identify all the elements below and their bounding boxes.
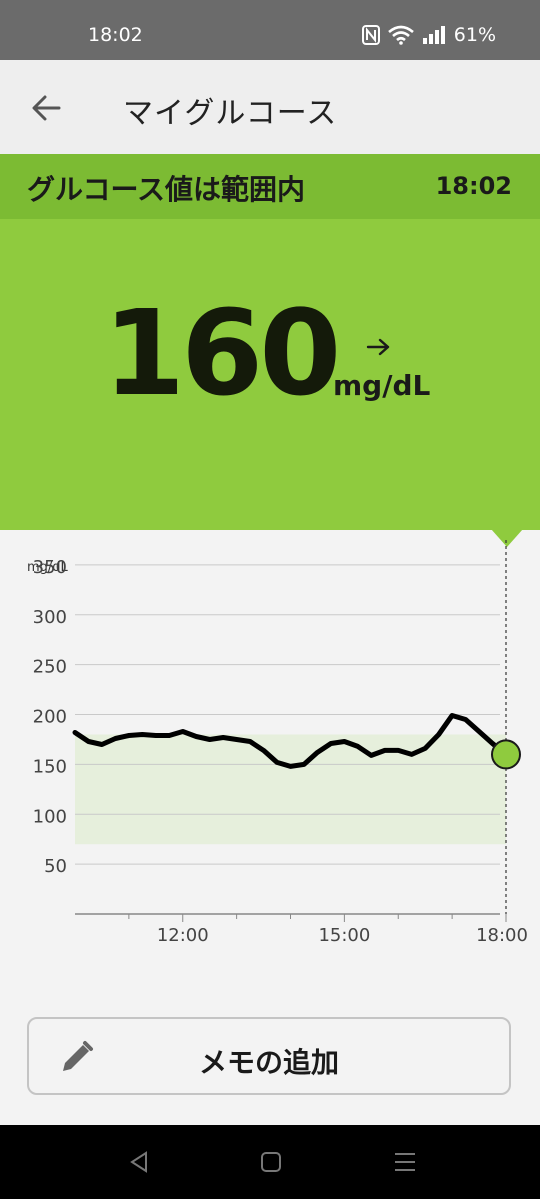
y-tick-label: 100 [33, 806, 67, 827]
home-square-icon [261, 1152, 281, 1172]
wifi-icon [387, 25, 414, 45]
glucose-value: 160 [103, 284, 341, 422]
status-icons: 61% [361, 24, 496, 46]
status-bar: 18:02 61% [0, 0, 540, 60]
y-tick-label: 50 [44, 856, 67, 877]
add-memo-button[interactable]: メモの追加 [27, 1017, 511, 1095]
arrow-right-icon [366, 338, 390, 356]
back-triangle-icon [130, 1151, 147, 1173]
glucose-unit: mg/dL [333, 369, 431, 402]
x-tick-label: 12:00 [157, 925, 209, 946]
nav-recents-button[interactable] [390, 1147, 420, 1177]
y-tick-label: 300 [33, 607, 67, 628]
nav-home-button[interactable] [256, 1147, 286, 1177]
y-tick-label: 200 [33, 707, 67, 728]
system-nav-bar [0, 1125, 540, 1199]
reading-time: 18:02 [435, 172, 512, 200]
glucose-chart: mg/dL 5010015020025030035012:00 15:00 18:0… [27, 540, 528, 946]
signal-icon [422, 26, 445, 44]
y-tick-label: 350 [33, 557, 67, 578]
y-tick-label: 250 [33, 657, 67, 678]
nfc-icon [361, 25, 380, 45]
recents-menu-icon [395, 1153, 415, 1171]
app-bar: マイグルコース [0, 60, 540, 155]
arrow-left-icon [32, 95, 61, 121]
nav-back-button[interactable] [124, 1147, 154, 1177]
x-tick-label: 18:00 [476, 925, 528, 946]
target-range-band [75, 734, 506, 845]
page-title: マイグルコース [123, 96, 338, 131]
x-tick-label: 15:00 [318, 925, 370, 946]
back-button[interactable] [24, 86, 68, 130]
glucose-reading-panel: 160 mg/dL [0, 219, 540, 530]
status-time: 18:02 [88, 24, 143, 46]
range-status-banner: グルコース値は範囲内 18:02 [0, 154, 540, 219]
range-status-text: グルコース値は範囲内 [27, 173, 306, 206]
y-tick-label: 150 [33, 756, 67, 777]
battery-percent: 61% [453, 24, 496, 46]
current-glucose-marker [491, 739, 521, 770]
add-memo-label: メモの追加 [198, 1046, 339, 1079]
